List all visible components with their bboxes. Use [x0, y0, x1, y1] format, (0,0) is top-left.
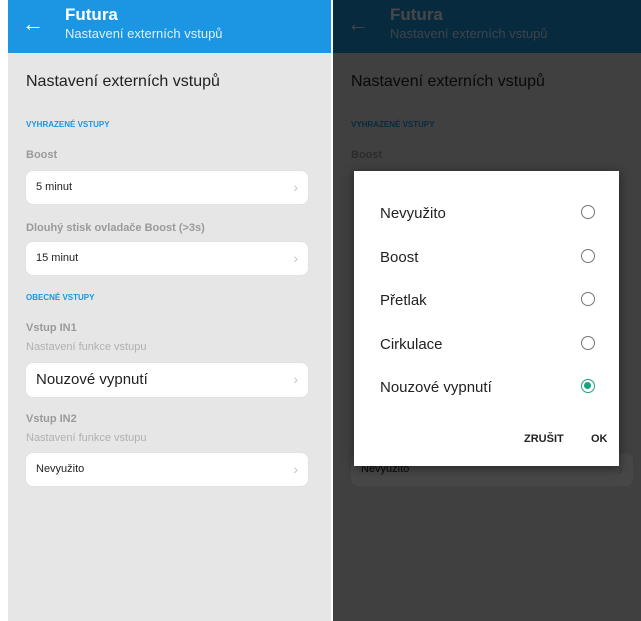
in2-select[interactable]: Nevyužito ›	[26, 453, 308, 486]
back-arrow-icon[interactable]: ←	[22, 12, 44, 36]
in1-select[interactable]: Nouzové vypnutí ›	[26, 363, 308, 397]
in1-label: Vstup IN1	[26, 322, 77, 334]
option-label: Boost	[380, 249, 419, 266]
radio-unchecked-icon[interactable]	[581, 249, 595, 263]
boost-value: 5 minut	[36, 181, 73, 193]
cancel-button[interactable]: ZRUŠIT	[524, 433, 564, 445]
option-nevyuzito[interactable]: Nevyužito	[354, 192, 619, 235]
in1-sublabel: Nastavení funkce vstupu	[26, 341, 147, 353]
long-press-value: 15 minut	[36, 252, 79, 264]
long-press-label: Dlouhý stisk ovladače Boost (>3s)	[26, 222, 205, 234]
option-boost[interactable]: Boost	[354, 236, 619, 279]
app-bar: ← Futura Nastavení externích vstupů	[8, 0, 331, 53]
section-header-reserved: VYHRAZENÉ VSTUPY	[26, 120, 110, 129]
radio-unchecked-icon[interactable]	[581, 336, 595, 350]
page-title: Nastavení externích vstupů	[26, 73, 220, 90]
radio-unchecked-icon[interactable]	[581, 205, 595, 219]
option-pretlak[interactable]: Přetlak	[354, 279, 619, 322]
in2-label: Vstup IN2	[26, 413, 77, 425]
chevron-right-icon: ›	[293, 371, 298, 387]
in2-sublabel: Nastavení funkce vstupu	[26, 432, 147, 444]
option-label: Přetlak	[380, 292, 427, 309]
option-label: Cirkulace	[380, 336, 443, 353]
chevron-right-icon: ›	[293, 179, 298, 195]
section-header-general: OBECNÉ VSTUPY	[26, 293, 95, 302]
boost-label: Boost	[26, 149, 58, 161]
option-cirkulace[interactable]: Cirkulace	[354, 323, 619, 366]
app-subtitle: Nastavení externích vstupů	[65, 26, 223, 41]
chevron-right-icon: ›	[293, 461, 298, 477]
option-nouzove-vypnuti[interactable]: Nouzové vypnutí	[354, 366, 619, 409]
option-label: Nouzové vypnutí	[380, 379, 492, 396]
settings-screen-dialog: ← Futura Nastavení externích vstupů Nast…	[333, 0, 641, 621]
input-function-dialog: Nevyužito Boost Přetlak Cirkulace Nouzov…	[354, 171, 619, 466]
option-label: Nevyužito	[380, 205, 446, 222]
in1-value: Nouzové vypnutí	[36, 371, 148, 388]
ok-button[interactable]: OK	[591, 433, 608, 445]
boost-select[interactable]: 5 minut ›	[26, 171, 308, 204]
chevron-right-icon: ›	[293, 250, 298, 266]
radio-checked-icon[interactable]	[581, 379, 595, 393]
radio-unchecked-icon[interactable]	[581, 292, 595, 306]
app-title: Futura	[65, 5, 118, 24]
long-press-select[interactable]: 15 minut ›	[26, 242, 308, 275]
in2-value: Nevyužito	[36, 463, 85, 475]
settings-screen: ← Futura Nastavení externích vstupů Nast…	[8, 0, 331, 621]
